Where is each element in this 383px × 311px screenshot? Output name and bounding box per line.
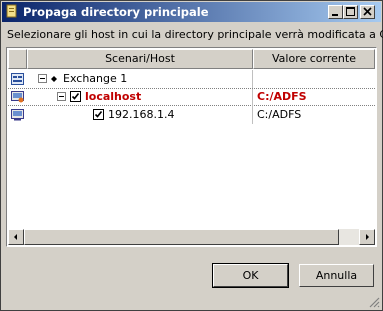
maximize-icon: [346, 7, 355, 16]
window-title: Propaga directory principale: [23, 5, 209, 19]
scroll-right-button[interactable]: [359, 229, 375, 245]
arrow-left-icon: [14, 234, 17, 240]
collapse-toggle[interactable]: [57, 92, 66, 101]
horizontal-scrollbar[interactable]: [8, 229, 375, 245]
checkmark-icon: [71, 93, 80, 100]
arrow-right-icon: [366, 234, 369, 240]
close-button[interactable]: [360, 5, 375, 19]
row-label: Exchange 1: [63, 72, 128, 85]
row-label: localhost: [85, 90, 142, 103]
column-divider: [252, 89, 253, 107]
list-item-192-168-1-4[interactable]: 192.168.1.4 C:/ADFS: [8, 106, 375, 124]
title-bar[interactable]: Propaga directory principale: [2, 2, 381, 22]
column-header-scenari-host[interactable]: Scenari/Host: [27, 49, 253, 69]
resize-grip-icon[interactable]: [368, 296, 380, 308]
column-divider: [252, 106, 253, 124]
list-item-exchange[interactable]: Exchange 1: [8, 70, 375, 88]
minimize-button[interactable]: [328, 5, 343, 19]
scroll-left-button[interactable]: [8, 229, 24, 245]
minimize-icon: [332, 14, 338, 16]
column-divider: [252, 70, 253, 88]
instruction-text: Selezionare gli host in cui la directory…: [7, 28, 383, 41]
column-header-valore-corrente[interactable]: Valore corrente: [253, 49, 375, 69]
close-icon: [363, 7, 372, 16]
column-header-icon[interactable]: [8, 49, 27, 69]
row-value: [254, 70, 376, 88]
checkmark-icon: [94, 111, 103, 118]
scenario-bullet-icon: [51, 76, 57, 82]
cancel-button[interactable]: Annulla: [299, 264, 374, 287]
maximize-button[interactable]: [343, 5, 358, 19]
host-list[interactable]: Scenari/Host Valore corrente Exchange 1: [6, 47, 377, 247]
row-value: C:/ADFS: [257, 90, 307, 103]
list-item-localhost[interactable]: localhost C:/ADFS: [8, 88, 375, 107]
replica-host-icon: [11, 109, 24, 121]
collapse-toggle[interactable]: [38, 74, 47, 83]
host-checkbox[interactable]: [93, 109, 104, 120]
master-host-icon: [11, 91, 24, 103]
app-icon: [6, 4, 17, 18]
scenario-icon: [11, 73, 24, 85]
row-label: 192.168.1.4: [108, 108, 175, 121]
dialog-window: Propaga directory principale Selezionare…: [0, 0, 383, 311]
row-value: C:/ADFS: [257, 108, 302, 121]
ok-button[interactable]: OK: [212, 263, 289, 288]
host-checkbox[interactable]: [70, 91, 81, 102]
scroll-thumb[interactable]: [24, 229, 339, 245]
